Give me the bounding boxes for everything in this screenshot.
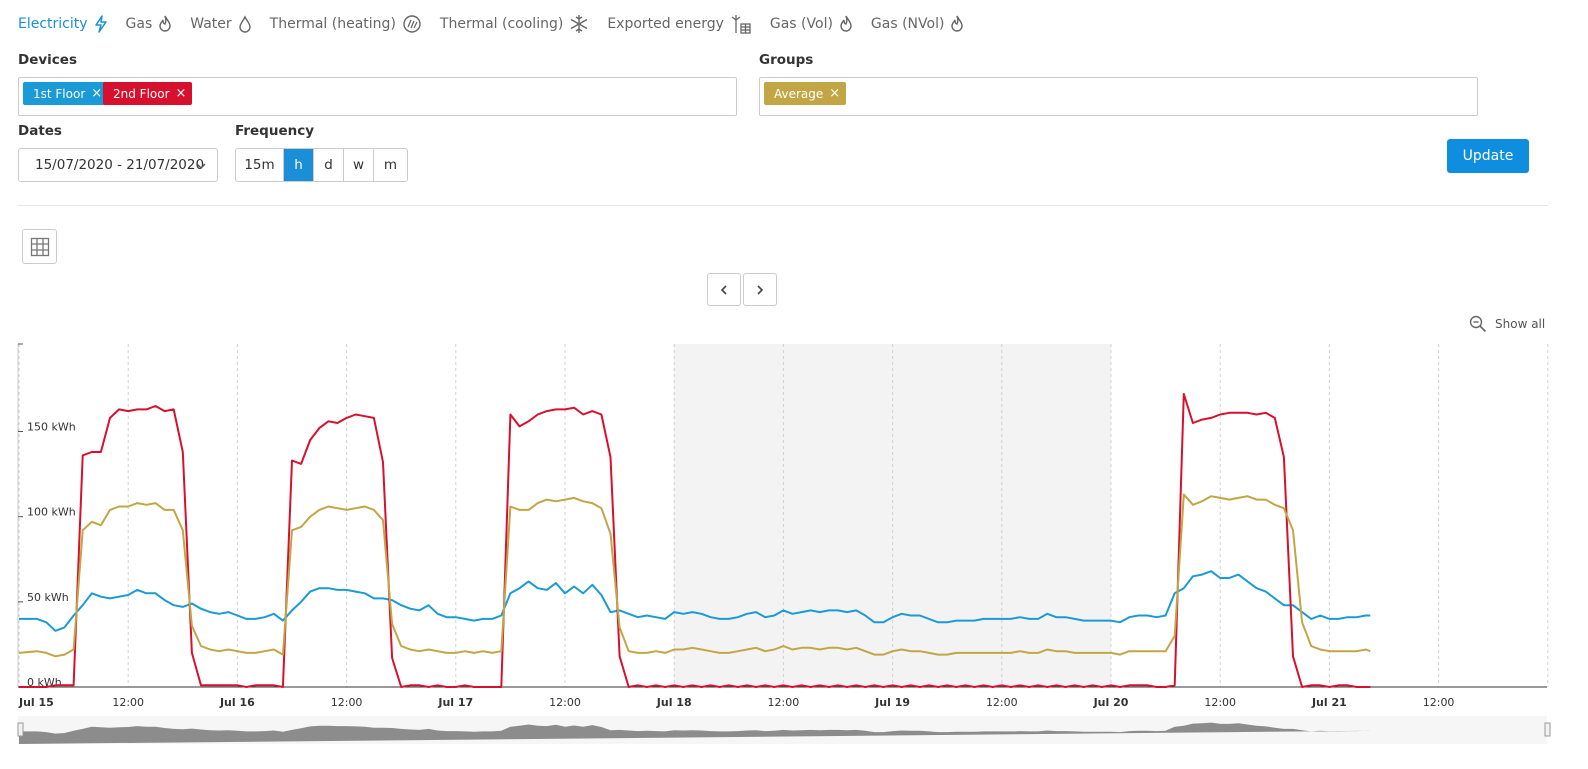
tab-label: Electricity bbox=[18, 16, 88, 32]
devices-select[interactable]: 1st Floor × 2nd Floor × bbox=[18, 77, 737, 116]
weekend-band bbox=[674, 344, 1111, 687]
y-tick-label: 100 kWh bbox=[27, 506, 76, 519]
chip-label: 2nd Floor bbox=[113, 86, 170, 101]
x-tick-label: Jul 20 bbox=[1093, 696, 1129, 709]
heating-icon bbox=[403, 15, 421, 33]
tab-electricity[interactable]: Electricity bbox=[18, 15, 108, 33]
freq-m-button[interactable]: m bbox=[374, 149, 407, 181]
drop-icon bbox=[238, 15, 251, 33]
flame-icon bbox=[951, 15, 964, 32]
navigator-handle[interactable] bbox=[1544, 722, 1551, 737]
next-period-button[interactable] bbox=[743, 273, 777, 306]
x-tick-label: Jul 19 bbox=[874, 696, 910, 709]
x-tick-label: Jul 15 bbox=[18, 696, 54, 709]
x-tick-label: 12:00 bbox=[549, 696, 581, 709]
tab-exported-energy[interactable]: Exported energy bbox=[607, 14, 752, 34]
bolt-icon bbox=[94, 15, 107, 33]
x-tick-label: 12:00 bbox=[331, 696, 363, 709]
tab-gas-nvol[interactable]: Gas (NVol) bbox=[871, 15, 965, 33]
x-tick-label: Jul 17 bbox=[437, 696, 473, 709]
previous-period-button[interactable] bbox=[707, 273, 741, 306]
devices-label: Devices bbox=[18, 52, 77, 68]
y-tick-label: 50 kWh bbox=[27, 591, 69, 604]
freq-w-button[interactable]: w bbox=[344, 149, 374, 181]
energy-type-tabs: Electricity Gas Water Thermal (heating) … bbox=[18, 12, 982, 36]
update-button[interactable]: Update bbox=[1447, 139, 1529, 173]
frequency-label: Frequency bbox=[235, 123, 315, 139]
x-tick-label: 12:00 bbox=[986, 696, 1018, 709]
date-range-value: 15/07/2020 - 21/07/2020 bbox=[35, 157, 205, 173]
x-tick-label: Jul 16 bbox=[219, 696, 255, 709]
tab-label: Thermal (cooling) bbox=[439, 16, 564, 32]
show-all-label: Show all bbox=[1495, 317, 1546, 331]
tab-label: Gas (Vol) bbox=[769, 16, 833, 32]
tab-label: Gas bbox=[125, 16, 153, 32]
device-chip-1st-floor: 1st Floor × bbox=[23, 82, 109, 105]
divider bbox=[18, 205, 1548, 206]
navigator-handle[interactable] bbox=[17, 722, 24, 737]
energy-chart[interactable]: 0 kWh50 kWh100 kWh150 kWhJul 15 12:00 Jul … bbox=[0, 330, 1588, 769]
frequency-toggle: 15m h d w m bbox=[235, 148, 408, 182]
x-tick-label: 12:00 bbox=[1204, 696, 1236, 709]
tab-thermal-cooling[interactable]: Thermal (cooling) bbox=[440, 14, 589, 34]
snowflake-icon bbox=[570, 15, 588, 33]
tab-gas-vol[interactable]: Gas (Vol) bbox=[770, 15, 853, 33]
group-chip-average: Average × bbox=[764, 82, 847, 105]
tab-label: Water bbox=[190, 16, 232, 32]
chip-label: 1st Floor bbox=[33, 86, 86, 101]
date-range-select[interactable]: 15/07/2020 - 21/07/2020 bbox=[18, 148, 218, 182]
tab-water[interactable]: Water bbox=[190, 15, 251, 33]
x-tick-label: Jul 18 bbox=[656, 696, 692, 709]
remove-chip-icon[interactable]: × bbox=[176, 86, 187, 101]
groups-label: Groups bbox=[759, 52, 814, 68]
y-tick-label: 150 kWh bbox=[27, 421, 76, 434]
chevron-right-icon bbox=[757, 284, 764, 295]
remove-chip-icon[interactable]: × bbox=[829, 86, 840, 101]
flame-icon bbox=[840, 15, 852, 32]
chevron-left-icon bbox=[720, 284, 727, 295]
device-chip-2nd-floor: 2nd Floor × bbox=[103, 82, 193, 105]
tab-thermal-heating[interactable]: Thermal (heating) bbox=[270, 14, 422, 34]
freq-h-button[interactable]: h bbox=[284, 149, 314, 181]
table-view-button[interactable] bbox=[22, 229, 57, 264]
remove-chip-icon[interactable]: × bbox=[91, 86, 102, 101]
x-tick-label: 12:00 bbox=[1423, 696, 1455, 709]
chevron-down-icon bbox=[196, 163, 206, 170]
tab-label: Gas (NVol) bbox=[870, 16, 945, 32]
tab-label: Exported energy bbox=[607, 16, 724, 32]
x-tick-label: Jul 21 bbox=[1311, 696, 1347, 709]
tab-label: Thermal (heating) bbox=[269, 16, 396, 32]
tab-gas[interactable]: Gas bbox=[126, 15, 173, 33]
chip-label: Average bbox=[774, 86, 824, 101]
x-tick-label: 12:00 bbox=[112, 696, 144, 709]
dates-label: Dates bbox=[18, 123, 62, 139]
x-tick-label: 12:00 bbox=[768, 696, 800, 709]
freq-d-button[interactable]: d bbox=[314, 149, 344, 181]
freq-15m-button[interactable]: 15m bbox=[236, 149, 284, 181]
groups-select[interactable]: Average × bbox=[759, 77, 1478, 116]
grid-icon bbox=[30, 237, 49, 256]
flame-icon bbox=[159, 15, 171, 32]
export-energy-icon bbox=[731, 15, 751, 34]
